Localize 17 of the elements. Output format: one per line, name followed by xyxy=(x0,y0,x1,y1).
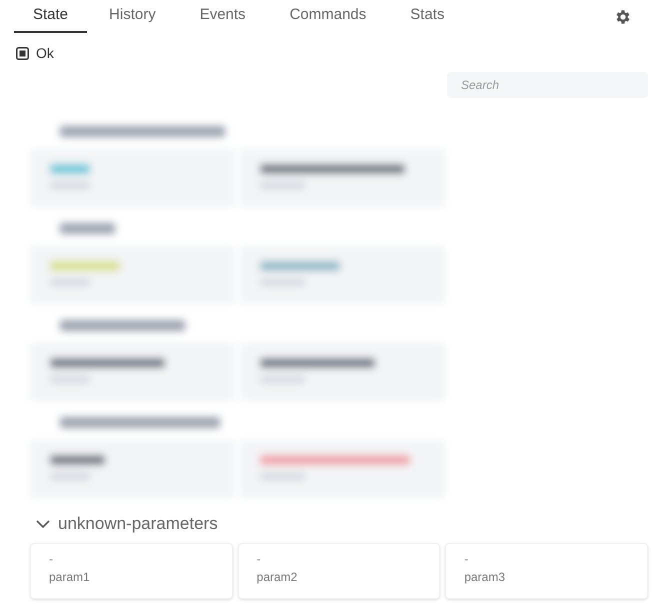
section-title: unknown-parameters xyxy=(58,513,218,535)
search-field[interactable]: Search xyxy=(447,72,648,98)
tab[interactable]: State xyxy=(14,0,88,33)
param-value: - xyxy=(49,552,54,566)
param-name: param3 xyxy=(464,570,506,584)
settings-icon[interactable] xyxy=(614,8,632,26)
param-name: param2 xyxy=(256,570,298,584)
status-label: Ok xyxy=(36,44,54,63)
param-name: param1 xyxy=(49,570,91,584)
tab[interactable]: Commands xyxy=(268,0,388,33)
status-icon xyxy=(16,47,29,60)
chevron-icon[interactable] xyxy=(36,518,50,529)
param-value: - xyxy=(256,552,262,566)
tab[interactable]: Stats xyxy=(388,0,466,33)
param-value: - xyxy=(464,552,470,566)
tab[interactable]: History xyxy=(87,0,178,33)
tab[interactable]: Events xyxy=(178,0,268,33)
